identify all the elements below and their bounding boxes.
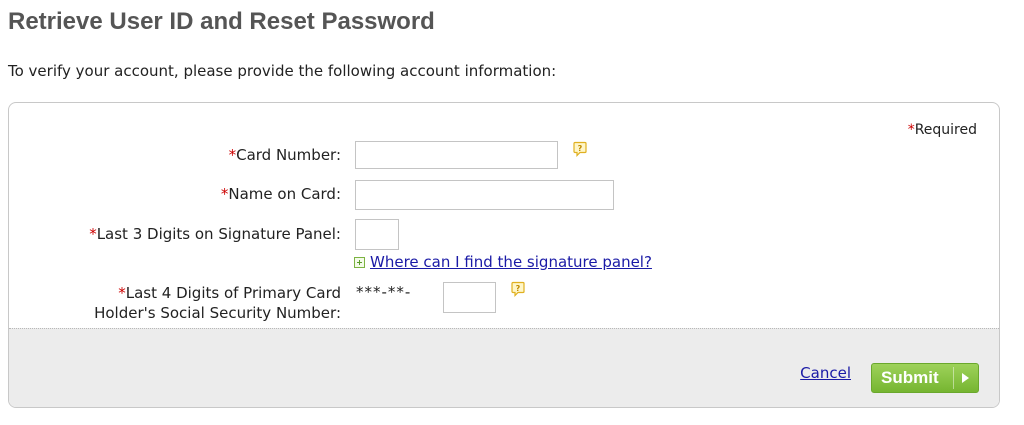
card-number-label: *Card Number: — [229, 145, 341, 165]
card-number-label-text: Card Number: — [236, 146, 341, 164]
expand-plus-icon[interactable] — [354, 256, 365, 268]
ssn-label-line-2: Holder's Social Security Number: — [94, 304, 341, 322]
intro-text: To verify your account, please provide t… — [8, 62, 557, 80]
required-star: * — [118, 284, 126, 302]
ssn-digits-label: *Last 4 Digits of Primary Card Holder's … — [94, 283, 341, 323]
signature-digits-input[interactable] — [355, 219, 399, 250]
signature-panel-help: Where can I find the signature panel? — [354, 253, 652, 271]
svg-text:?: ? — [516, 284, 521, 293]
ssn-digits-input[interactable] — [443, 282, 496, 313]
required-star: * — [89, 225, 97, 243]
name-on-card-input[interactable] — [355, 180, 614, 210]
required-note: *Required — [908, 122, 977, 138]
required-star: * — [907, 122, 915, 138]
question-help-icon[interactable]: ? — [511, 281, 525, 297]
ssn-masked-prefix: ***-**- — [356, 283, 412, 301]
question-help-icon[interactable]: ? — [573, 141, 587, 157]
required-star: * — [228, 146, 237, 164]
svg-text:?: ? — [578, 144, 583, 153]
submit-label: Submit — [881, 368, 939, 387]
verification-form: *Required *Card Number: ? *Name on Card:… — [8, 102, 1000, 408]
signature-panel-help-link[interactable]: Where can I find the signature panel? — [370, 253, 652, 271]
signature-digits-label: *Last 3 Digits on Signature Panel: — [89, 224, 341, 244]
cancel-link[interactable]: Cancel — [800, 364, 851, 382]
name-on-card-label: *Name on Card: — [221, 184, 341, 204]
form-footer: Cancel Submit — [9, 328, 999, 407]
card-number-input[interactable] — [355, 141, 558, 169]
ssn-label-line-1-text: Last 4 Digits of Primary Card — [125, 284, 341, 302]
required-note-label: Required — [914, 122, 977, 138]
submit-button[interactable]: Submit — [871, 363, 979, 393]
play-arrow-icon — [962, 373, 969, 383]
name-on-card-label-text: Name on Card: — [228, 185, 341, 203]
submit-divider — [953, 367, 954, 389]
page-title: Retrieve User ID and Reset Password — [8, 8, 435, 35]
signature-digits-label-text: Last 3 Digits on Signature Panel: — [96, 225, 341, 243]
ssn-label-line-1: *Last 4 Digits of Primary Card — [94, 283, 341, 303]
